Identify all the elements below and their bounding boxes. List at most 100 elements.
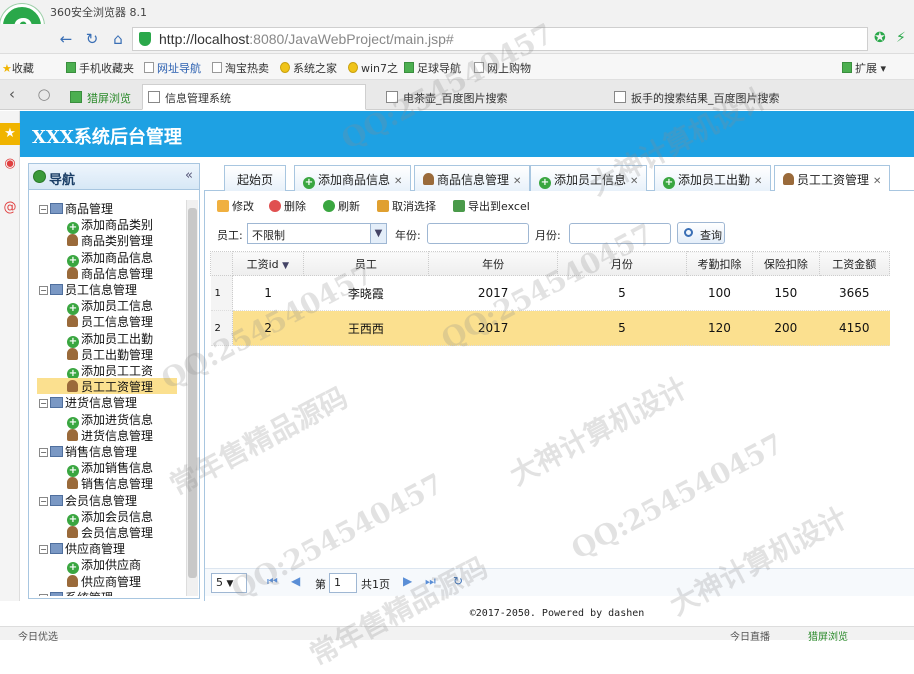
nav-item[interactable]: 员工信息管理 — [67, 313, 153, 329]
nav-item[interactable]: 销售信息管理 — [67, 475, 153, 491]
favorites-menu[interactable]: ★收藏 — [2, 60, 34, 76]
column-header[interactable]: 工资金额 — [818, 251, 891, 276]
browser-tab-4[interactable]: 扳手的搜索结果_百度图片搜索 — [608, 84, 789, 110]
nav-item[interactable]: 员工出勤管理 — [67, 346, 153, 362]
fav-football[interactable]: 足球导航 — [404, 60, 461, 76]
tab-scroll-left-icon[interactable]: ‹ — [2, 84, 22, 104]
fav-mobile[interactable]: 手机收藏夹 — [66, 60, 134, 76]
nav-item[interactable]: 商品类别管理 — [67, 232, 153, 248]
column-header[interactable]: 考勤扣除 — [685, 251, 754, 276]
employee-select[interactable]: 不限制 ▼ — [247, 223, 387, 244]
export-button[interactable]: 导出到excel — [453, 198, 530, 214]
refresh-button[interactable]: 刷新 — [323, 198, 360, 214]
query-button[interactable]: 查询 — [677, 222, 725, 244]
nav-group[interactable]: − 会员信息管理 — [39, 492, 137, 508]
collapse-toggle-icon[interactable]: − — [39, 448, 48, 457]
edit-button[interactable]: 修改 — [217, 198, 254, 214]
fav-shopping[interactable]: 网上购物 — [474, 60, 531, 76]
collapse-toggle-icon[interactable]: − — [39, 496, 48, 506]
fav-win7[interactable]: win7之 — [348, 60, 398, 76]
tab-page[interactable]: + 添加商品信息 ✕ — [294, 165, 412, 191]
sync-icon[interactable]: ✪ — [874, 30, 886, 46]
nav-item[interactable]: + 添加进货信息 — [67, 411, 153, 429]
nav-item[interactable]: + 添加会员信息 — [67, 508, 153, 526]
tab-page[interactable]: 商品信息管理 ✕ — [414, 165, 531, 191]
nav-group[interactable]: − 进货信息管理 — [39, 394, 137, 410]
collapse-toggle-icon[interactable]: − — [39, 399, 48, 409]
nav-group[interactable]: − 供应商管理 — [39, 540, 125, 556]
home-icon[interactable]: ⌂ — [108, 29, 128, 49]
last-page-icon[interactable]: ⏭ — [425, 574, 436, 589]
page-input[interactable]: 1 — [329, 573, 357, 593]
nav-item[interactable]: + 添加销售信息 — [67, 459, 153, 478]
url-input[interactable]: http://localhost:8080/JavaWebProject/mai… — [132, 27, 868, 51]
nav-item[interactable]: 会员信息管理 — [67, 524, 153, 540]
column-header[interactable]: 年份 — [428, 251, 559, 276]
tab-page[interactable]: 员工工资管理 ✕ — [774, 165, 891, 192]
unselect-button[interactable]: 取消选择 — [377, 198, 436, 214]
nav-item[interactable]: + 添加员工工资 — [67, 362, 153, 380]
nav-item[interactable]: + 添加商品类别 — [67, 216, 153, 235]
nav-scrollbar[interactable] — [186, 200, 198, 596]
column-header[interactable]: 员工 — [302, 251, 430, 276]
close-icon[interactable]: ✕ — [630, 176, 638, 187]
status-live[interactable]: 今日直播 — [730, 628, 770, 643]
nav-group[interactable]: − 员工信息管理 — [39, 281, 137, 297]
close-icon[interactable]: ✕ — [513, 176, 521, 187]
nav-item[interactable]: + 添加供应商 — [67, 556, 141, 575]
delete-button[interactable]: 删除 — [269, 198, 306, 214]
collapse-toggle-icon[interactable]: − — [39, 593, 48, 596]
add-icon: + — [303, 177, 315, 189]
page-size-select[interactable]: 5 ▼ — [211, 573, 247, 593]
first-page-icon[interactable]: ⏮ — [267, 574, 278, 589]
prev-page-icon[interactable]: ◀ — [291, 574, 300, 588]
browser-tab-2[interactable]: 信息管理系统 — [142, 84, 366, 110]
nav-item[interactable]: 进货信息管理 — [67, 427, 153, 443]
fav-taobao[interactable]: 淘宝热卖 — [212, 60, 269, 76]
refresh-icon[interactable]: ↻ — [82, 29, 102, 49]
nav-item[interactable]: + 添加员工信息 — [67, 297, 153, 316]
next-page-icon[interactable]: ▶ — [403, 574, 412, 588]
mail-icon[interactable]: @ — [0, 197, 20, 219]
fav-system[interactable]: 系统之家 — [280, 60, 337, 76]
year-input[interactable] — [427, 223, 529, 244]
collapse-toggle-icon[interactable]: − — [39, 205, 48, 214]
nav-group[interactable]: − 商品管理 — [39, 200, 113, 216]
tab-page[interactable]: + 添加员工信息 ✕ — [530, 165, 648, 191]
browser-tab-1[interactable]: 猎屏浏览 — [64, 84, 140, 110]
nav-item[interactable]: 供应商管理 — [67, 573, 141, 589]
tab-page-icon — [386, 91, 398, 103]
extensions-menu[interactable]: 扩展 ▾ — [842, 60, 886, 76]
reload-icon[interactable]: ↻ — [453, 574, 463, 588]
tab-home[interactable]: 起始页 — [224, 165, 287, 191]
nav-group[interactable]: − 系统管理 — [39, 589, 113, 596]
tab-page[interactable]: + 添加员工出勤 ✕ — [654, 165, 772, 191]
table-row[interactable]: 1 1 李晓霞 2017 5 100 150 3665 — [210, 275, 890, 311]
browser-tab-3[interactable]: 电茶壶_百度图片搜索 — [380, 84, 517, 110]
table-row[interactable]: 2 2 王西西 2017 5 120 200 4150 — [210, 310, 890, 346]
scrollbar-thumb[interactable] — [188, 208, 197, 578]
nav-group[interactable]: − 销售信息管理 — [39, 443, 137, 459]
star-icon[interactable]: ★ — [0, 123, 20, 145]
close-icon[interactable]: ✕ — [873, 176, 881, 187]
cloud-icon[interactable]: ○ — [34, 84, 54, 104]
month-input[interactable] — [569, 223, 671, 244]
nav-item[interactable]: 商品信息管理 — [67, 265, 153, 281]
collapse-toggle-icon[interactable]: − — [39, 545, 48, 555]
close-icon[interactable]: ✕ — [754, 176, 762, 187]
speed-icon[interactable]: ⚡ — [896, 30, 906, 46]
collapse-toggle-icon[interactable]: − — [39, 286, 48, 295]
column-header[interactable]: 月份 — [557, 251, 687, 276]
weibo-icon[interactable]: ◉ — [0, 153, 20, 175]
status-browse[interactable]: 猎屏浏览 — [808, 628, 848, 643]
close-icon[interactable]: ✕ — [394, 176, 402, 187]
collapse-icon[interactable]: « — [185, 168, 193, 183]
column-header[interactable]: 保险扣除 — [752, 251, 820, 276]
fav-nav[interactable]: 网址导航 — [144, 60, 201, 76]
back-icon[interactable]: ← — [56, 29, 76, 49]
status-left[interactable]: 今日优选 — [18, 628, 58, 643]
nav-item[interactable]: + 添加员工出勤 — [67, 330, 153, 348]
column-header[interactable]: 工资id ▼ — [232, 251, 304, 276]
nav-item[interactable]: 员工工资管理 — [37, 378, 177, 395]
nav-item[interactable]: + 添加商品信息 — [67, 249, 153, 267]
